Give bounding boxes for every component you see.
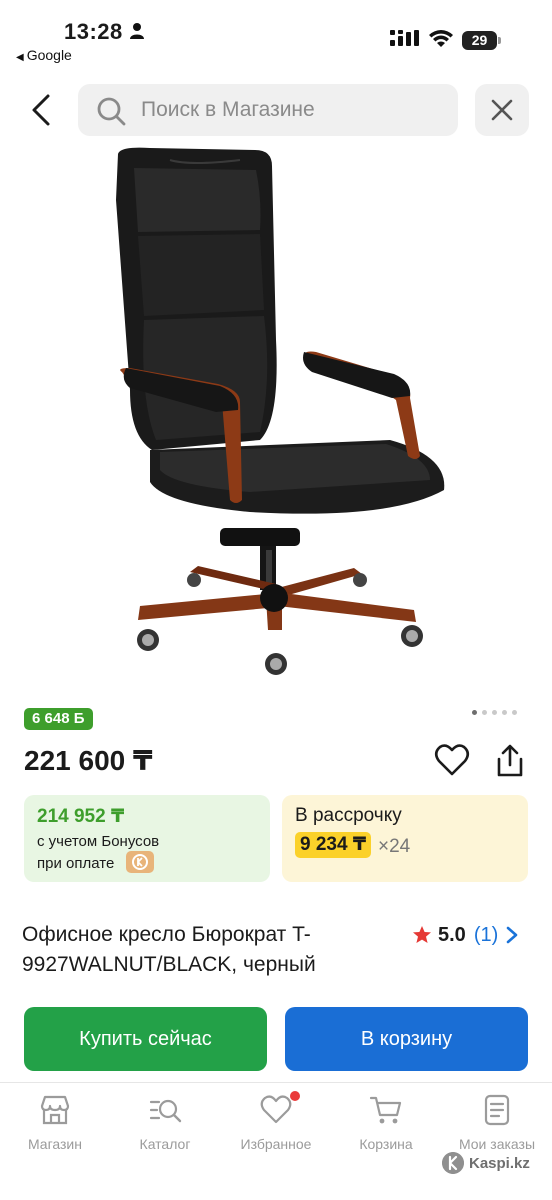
product-title: Офисное кресло Бюрократ T-9927WALNUT/BLA… [22,923,316,976]
bonus-price-card[interactable]: 214 952 ₸ с учетом Бонусов при оплате [24,795,270,882]
tab-label: Мои заказы [458,1136,536,1152]
notification-dot [290,1091,300,1101]
bonus-price-amount: 214 952 ₸ [37,806,125,827]
share-button[interactable] [492,743,528,779]
tab-label: Корзина [359,1136,413,1152]
watermark-text: Kaspi.kz [469,1154,530,1172]
back-button[interactable] [22,90,62,130]
tab-store[interactable]: Магазин [0,1093,110,1163]
kaspi-logo-icon [442,1152,464,1174]
orders-icon [484,1094,510,1126]
bonus-price-caption-2: при оплате [37,855,115,872]
favorite-button[interactable] [434,743,470,777]
rating-score: 5.0 [438,923,466,946]
gallery-pager [472,710,517,715]
tab-label: Избранное [240,1136,312,1152]
close-icon [491,99,513,121]
star-icon [413,926,431,943]
gallery-dot[interactable] [502,710,507,715]
installment-months: ×24 [378,836,411,857]
person-icon [130,23,144,39]
product-image[interactable] [90,140,462,690]
tab-favorites[interactable]: Избранное [221,1091,331,1163]
back-app-label: Google [26,47,72,63]
heart-icon [434,744,470,776]
kaspi-watermark: Kaspi.kz [442,1152,530,1174]
installment-card[interactable]: В рассрочку 9 234 ₸ ×24 [282,795,528,882]
gallery-dot[interactable] [492,710,497,715]
status-time: 13:28 [64,19,123,44]
status-bar: 13:28 ◀ Google 29 [0,0,552,70]
gallery-dot[interactable] [482,710,487,715]
buy-now-button[interactable]: Купить сейчас [24,1007,267,1071]
search-icon [97,97,126,126]
close-search-button[interactable] [475,84,529,136]
installment-title: В рассрочку [295,805,402,826]
tab-cart[interactable]: Корзина [331,1093,441,1163]
battery-level: 29 [462,31,497,50]
heart-icon [260,1095,292,1124]
rating-link[interactable]: 5.0 (1) [412,922,518,948]
bottom-tab-bar: Магазин Каталог Избранное Корзина Мои за… [0,1083,552,1200]
tab-label: Каталог [139,1136,191,1152]
search-input[interactable]: Поиск в Магазине [78,84,458,136]
battery-indicator: 29 [462,31,502,50]
gallery-dot[interactable] [472,710,477,715]
installment-monthly-amount: 9 234 ₸ [295,832,372,858]
cellular-signal-icon [390,30,419,46]
tab-label: Магазин [27,1136,82,1152]
cart-icon [369,1096,402,1124]
gallery-dot[interactable] [512,710,517,715]
chevron-right-icon [506,926,518,944]
store-icon [40,1095,70,1125]
add-to-cart-button[interactable]: В корзину [285,1007,528,1071]
product-price: 221 600 ₸ [24,745,153,776]
product-page: 13:28 ◀ Google 29 Поиск в Магазине 6 648… [0,0,552,1200]
back-to-app-link[interactable]: ◀ Google [16,47,72,63]
reviews-count: (1) [473,923,499,946]
wifi-icon [429,30,453,47]
catalog-search-icon [149,1099,182,1123]
chevron-left-icon [32,94,50,126]
search-placeholder: Поиск в Магазине [141,98,315,121]
bonus-price-caption: с учетом Бонусов [37,833,160,850]
tab-catalog[interactable]: Каталог [110,1093,220,1163]
kaspi-logo-icon [126,851,154,873]
bonus-badge: 6 648 Б [24,708,93,730]
share-icon [497,744,523,777]
